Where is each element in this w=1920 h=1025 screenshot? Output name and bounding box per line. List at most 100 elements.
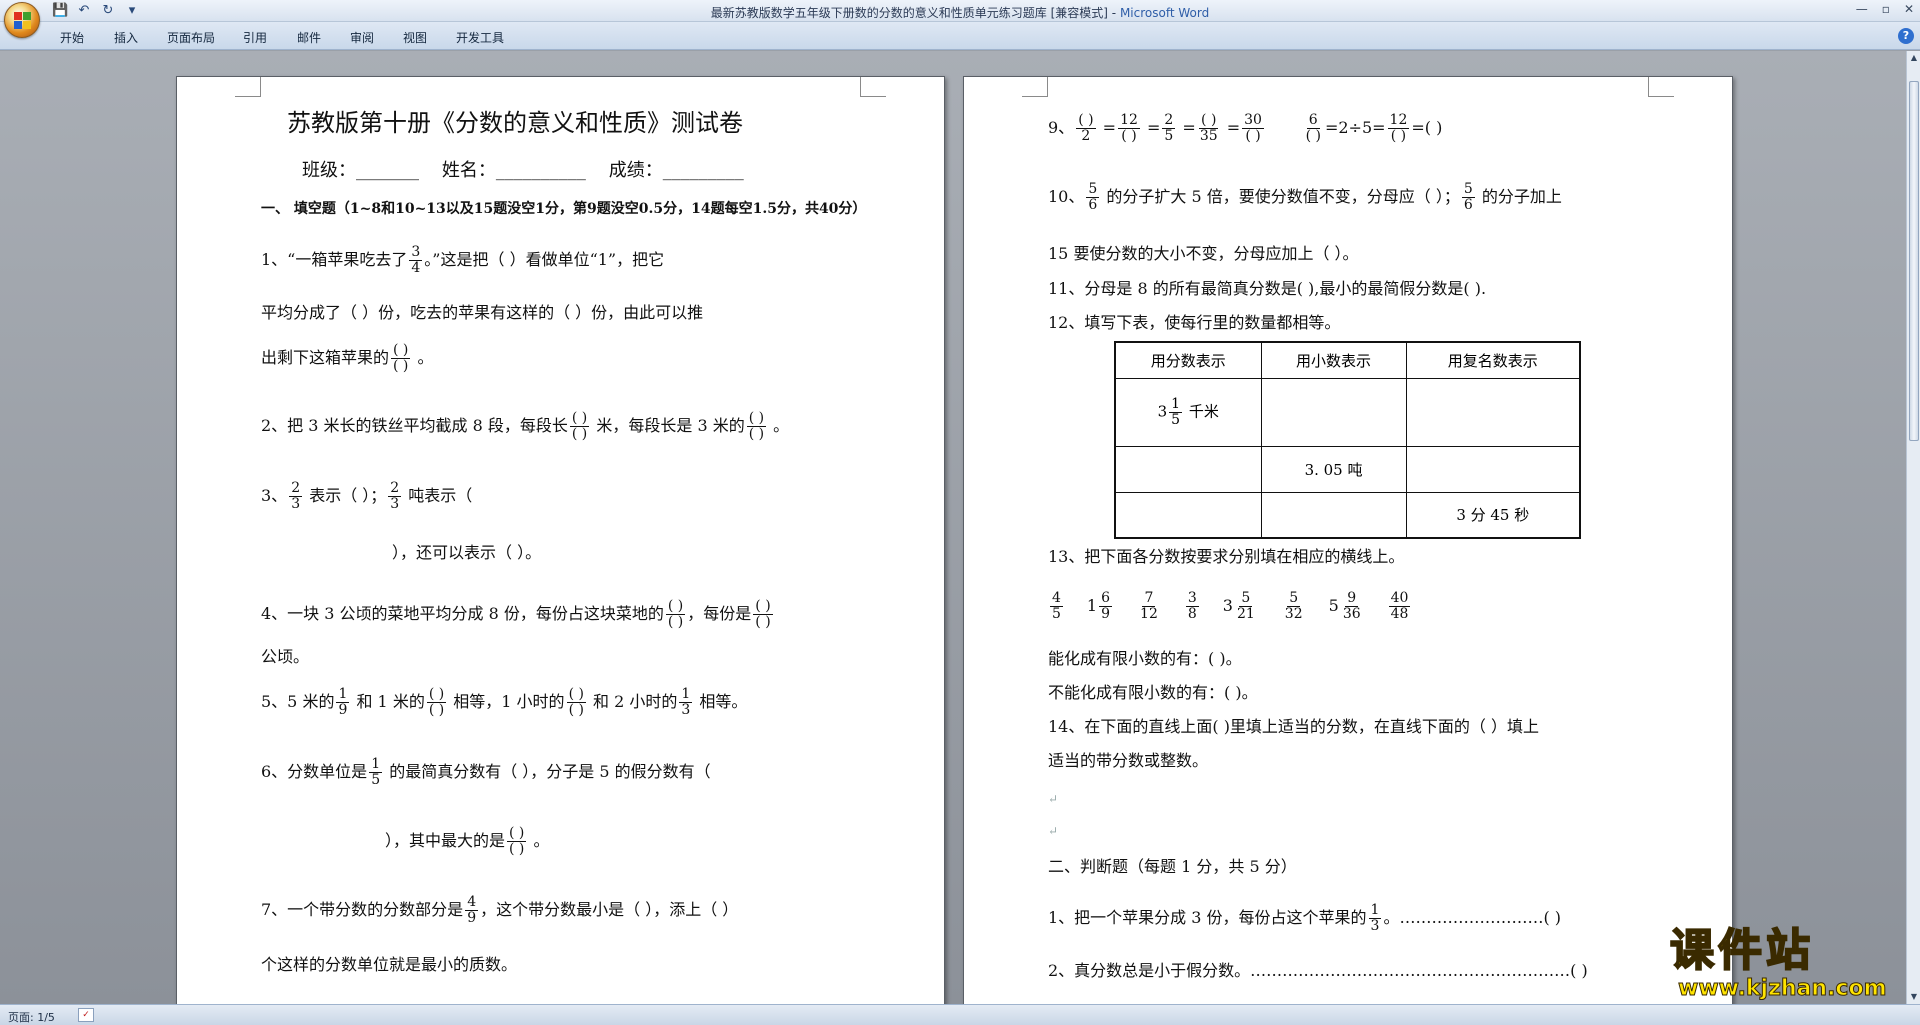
office-button[interactable]	[4, 2, 40, 38]
blank-fraction[interactable]: ( )( )	[753, 599, 773, 630]
name-blank[interactable]: __________	[496, 160, 586, 181]
fraction-item: 45	[1050, 590, 1063, 622]
tab-home[interactable]: 开始	[60, 29, 84, 46]
tab-developer[interactable]: 开发工具	[456, 29, 504, 46]
vertical-scrollbar[interactable]: ▲ ▼	[1906, 51, 1920, 1004]
blank-fraction[interactable]: ( )( )	[426, 687, 447, 718]
question-2: 2、把 3 米长的铁丝平均截成 8 段，每段长( )( ) 米，每段长是 3 米…	[261, 410, 790, 442]
blank-fraction[interactable]: 30( )	[1242, 113, 1264, 144]
q5-text-a: 5、5 米的	[261, 692, 335, 711]
fraction: 15	[369, 756, 383, 788]
table-header: 用小数表示	[1260, 341, 1407, 379]
q4-text-a: 4、一块 3 公顷的菜地平均分成 8 份，每份占这块菜地的	[261, 604, 664, 623]
title-separator: -	[1107, 6, 1120, 20]
score-label: 成绩：	[608, 160, 663, 181]
q2-text-a: 2、把 3 米长的铁丝平均截成 8 段，每段长	[261, 416, 568, 435]
blank-fraction[interactable]: ( )( )	[569, 411, 590, 442]
blank-fraction[interactable]: ( )( )	[746, 411, 767, 442]
judgement-2: 2、真分数总是小于假分数。……………………………………………………( )	[1048, 961, 1588, 980]
fraction-item: 3 5 21	[1222, 590, 1255, 622]
table-cell[interactable]	[1260, 377, 1407, 447]
q6-text-c: ），其中最大的是	[385, 831, 506, 850]
fraction-item: 169	[1086, 590, 1113, 622]
title-bar: 💾 ↶ ↻ ▾ 最新苏教版数学五年级下册数的分数的意义和性质单元练习题库 [兼容…	[0, 0, 1920, 22]
blank-fraction[interactable]: ( ) 35	[1198, 113, 1220, 144]
section-1-heading: 一、 填空题（1~8和10~13以及15题没空1分，第9题没空0.5分，14题每…	[261, 201, 867, 217]
blank-fraction[interactable]: 12( )	[1118, 113, 1140, 144]
table-cell[interactable]	[1260, 491, 1407, 539]
table-cell[interactable]: 3 分 45 秒	[1405, 491, 1581, 539]
office-logo-icon	[14, 12, 32, 30]
close-icon[interactable]: ✕	[1904, 2, 1914, 16]
table-cell[interactable]	[1405, 445, 1581, 493]
q1-text-a: 1、“一箱苹果吃去了	[261, 250, 408, 269]
crop-mark	[860, 77, 886, 97]
watermark-url: www.kjzhan.com	[1678, 976, 1888, 1001]
tab-view[interactable]: 视图	[403, 29, 427, 46]
fraction: 19	[336, 686, 350, 718]
status-bar: 页面: 1/5 ✓	[0, 1004, 1920, 1025]
fraction: 25	[1162, 112, 1176, 144]
crop-mark	[1648, 77, 1674, 97]
question-6-line-2: ），其中最大的是( )( ) 。	[385, 825, 550, 857]
fraction-list: 4 5 1 6 9 7 12 3 8 3 5 21 5 32 5 9 36 40 48	[1048, 591, 1434, 622]
q5-text-d: 和 2 小时的	[587, 692, 678, 711]
table-cell[interactable]	[1405, 377, 1581, 447]
tab-references[interactable]: 引用	[243, 29, 267, 46]
score-blank[interactable]: _________	[663, 160, 744, 181]
blank-fraction[interactable]: ( )( )	[507, 826, 527, 857]
question-7-line-2: 个这样的分数单位就是最小的质数。	[261, 955, 518, 974]
blank-fraction[interactable]: 12( )	[1387, 113, 1410, 144]
table-header: 用复名数表示	[1405, 341, 1581, 379]
window-controls: — ▫ ✕	[1856, 2, 1914, 16]
q5-text-e: 相等。	[694, 692, 748, 711]
help-icon[interactable]: ?	[1898, 28, 1914, 44]
page-indicator[interactable]: 页面: 1/5	[8, 1009, 55, 1025]
table-cell[interactable]	[1114, 445, 1262, 493]
class-label: 班级：	[302, 160, 356, 181]
document-page-1[interactable]: 苏教版第十册《分数的意义和性质》测试卷 班级：_______ 姓名：______…	[176, 76, 945, 1016]
scroll-down-icon[interactable]: ▼	[1908, 991, 1920, 1003]
blank-fraction[interactable]: ( )( )	[665, 599, 686, 630]
tab-review[interactable]: 审阅	[350, 29, 374, 46]
fraction-item: 7 12	[1140, 590, 1158, 622]
question-1-line-3: 出剩下这箱苹果的( )( ) 。	[261, 342, 434, 374]
table-cell[interactable]: 315 千米	[1114, 377, 1262, 447]
fraction: 56	[1086, 181, 1100, 213]
blank-fraction[interactable]: 6( )	[1304, 113, 1323, 144]
question-11: 11、分母是 8 的所有最简真分数是( ),最小的最简假分数是( ).	[1048, 279, 1487, 298]
question-10-line-1: 10、 5 6 的分子扩大 5 倍，要使分数值不变，分母应（ ）； 5 6 的分子加上	[1048, 182, 1562, 213]
blank-fraction[interactable]: ( )( )	[566, 687, 586, 718]
scroll-up-icon[interactable]: ▲	[1908, 52, 1920, 64]
section-2-heading: 二、判断题（每题 1 分，共 5 分）	[1048, 857, 1297, 876]
question-12: 12、填写下表，使每行里的数量都相等。	[1048, 313, 1341, 332]
q10-text-b: 的分子扩大 5 倍，要使分数值不变，分母应（ ）；	[1101, 187, 1460, 206]
minimize-icon[interactable]: —	[1856, 2, 1868, 16]
q3-text-c: 吨表示（	[403, 486, 473, 505]
tab-mailings[interactable]: 邮件	[297, 29, 321, 46]
q3-text-a: 3、	[261, 486, 288, 505]
scroll-thumb[interactable]	[1909, 81, 1919, 441]
proofing-icon[interactable]: ✓	[78, 1008, 94, 1022]
fraction-item: 5 9 36	[1328, 590, 1361, 622]
blank-fraction[interactable]: ( )( )	[391, 343, 411, 374]
tab-insert[interactable]: 插入	[114, 29, 138, 46]
table-cell[interactable]: 3. 05 吨	[1260, 445, 1407, 493]
fraction: 56	[1461, 181, 1475, 213]
maximize-icon[interactable]: ▫	[1882, 2, 1890, 16]
table-cell[interactable]	[1114, 491, 1262, 539]
ribbon-tabs: 开始 插入 页面布局 引用 邮件 审阅 视图 开发工具 ?	[0, 22, 1920, 50]
blank-fraction[interactable]: ( ) 2	[1076, 113, 1096, 144]
tab-page-layout[interactable]: 页面布局	[167, 29, 215, 46]
question-5: 5、5 米的 1 9 和 1 米的( )( ) 相等，1 小时的( )( ) 和 2…	[261, 687, 747, 718]
q2-text-b: 米，每段长是 3 米的	[591, 416, 745, 435]
table-header: 用分数表示	[1114, 341, 1262, 379]
question-4-line-2: 公顷。	[261, 647, 310, 666]
paragraph-mark: ↵	[1048, 792, 1059, 806]
q10-text-a: 10、	[1048, 187, 1085, 206]
fraction: 49	[465, 894, 479, 926]
document-page-2[interactable]: 9、( ) 2 = 12( ) = 2 5 =( ) 35 = 30( ) 6( ) =2÷5…	[963, 76, 1733, 1016]
class-blank[interactable]: _______	[356, 160, 419, 181]
question-1-line-2: 平均分成了（ ）份，吃去的苹果有这样的（ ）份，由此可以推	[261, 303, 704, 322]
conversion-table: 用分数表示 用小数表示 用复名数表示 315 千米 3. 05 吨 3 分 45…	[1114, 341, 1581, 539]
